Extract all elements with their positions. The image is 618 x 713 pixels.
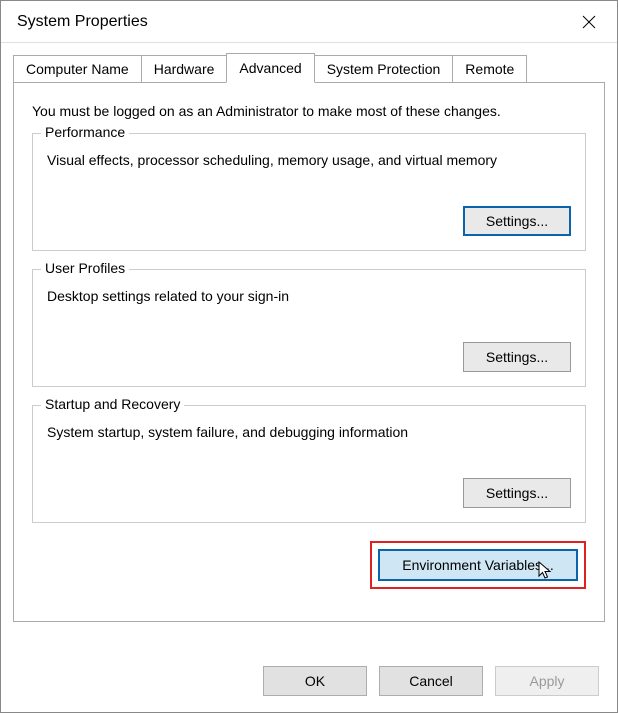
performance-legend: Performance bbox=[41, 124, 129, 140]
startup-recovery-desc: System startup, system failure, and debu… bbox=[47, 424, 571, 440]
tab-panel-advanced: You must be logged on as an Administrato… bbox=[13, 82, 605, 622]
performance-desc: Visual effects, processor scheduling, me… bbox=[47, 152, 571, 168]
close-button[interactable] bbox=[573, 6, 605, 38]
environment-variables-row: Environment Variables... bbox=[32, 541, 586, 589]
startup-recovery-settings-button[interactable]: Settings... bbox=[463, 478, 571, 508]
close-icon bbox=[582, 15, 596, 29]
user-profiles-legend: User Profiles bbox=[41, 260, 129, 276]
dialog-footer: OK Cancel Apply bbox=[1, 652, 617, 712]
window-title: System Properties bbox=[17, 13, 148, 31]
user-profiles-group: User Profiles Desktop settings related t… bbox=[32, 269, 586, 387]
admin-note: You must be logged on as an Administrato… bbox=[32, 103, 586, 119]
tab-hardware[interactable]: Hardware bbox=[141, 55, 228, 82]
tab-strip: Computer Name Hardware Advanced System P… bbox=[13, 53, 605, 82]
user-profiles-settings-button[interactable]: Settings... bbox=[463, 342, 571, 372]
performance-settings-button[interactable]: Settings... bbox=[463, 206, 571, 236]
tab-system-protection[interactable]: System Protection bbox=[314, 55, 454, 82]
highlight-box: Environment Variables... bbox=[370, 541, 586, 589]
cancel-button[interactable]: Cancel bbox=[379, 666, 483, 696]
apply-button[interactable]: Apply bbox=[495, 666, 599, 696]
tabs-container: Computer Name Hardware Advanced System P… bbox=[13, 53, 605, 622]
environment-variables-label: Environment Variables... bbox=[402, 557, 553, 573]
startup-recovery-legend: Startup and Recovery bbox=[41, 396, 184, 412]
environment-variables-button[interactable]: Environment Variables... bbox=[378, 549, 578, 581]
titlebar: System Properties bbox=[1, 1, 617, 43]
tab-advanced[interactable]: Advanced bbox=[226, 53, 314, 83]
ok-button[interactable]: OK bbox=[263, 666, 367, 696]
tab-computer-name[interactable]: Computer Name bbox=[13, 55, 142, 82]
dialog-content: Computer Name Hardware Advanced System P… bbox=[1, 43, 617, 652]
performance-group: Performance Visual effects, processor sc… bbox=[32, 133, 586, 251]
startup-recovery-group: Startup and Recovery System startup, sys… bbox=[32, 405, 586, 523]
user-profiles-desc: Desktop settings related to your sign-in bbox=[47, 288, 571, 304]
tab-remote[interactable]: Remote bbox=[452, 55, 527, 82]
system-properties-dialog: System Properties Computer Name Hardware… bbox=[0, 0, 618, 713]
